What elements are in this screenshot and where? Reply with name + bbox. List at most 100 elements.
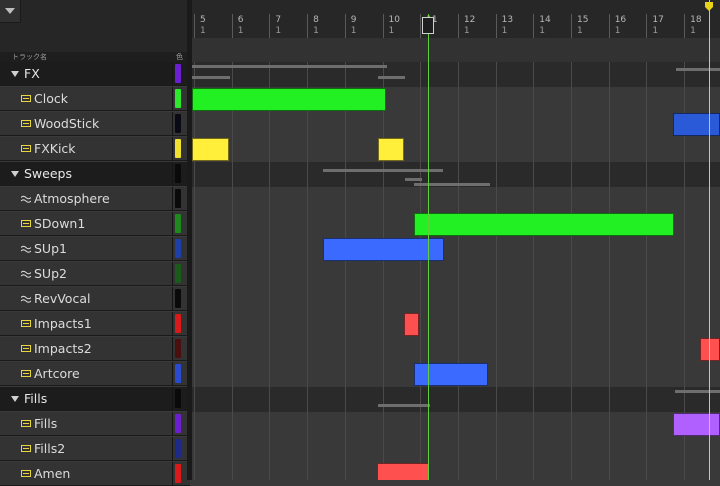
track-color-swatch[interactable] [175, 139, 181, 158]
track-woodstick[interactable]: WoodStick [0, 112, 190, 136]
track-lane[interactable] [192, 437, 720, 462]
track-row-separator [172, 462, 173, 486]
grid-bar-line [420, 62, 422, 480]
track-color-swatch[interactable] [175, 89, 181, 108]
loop-region-strip[interactable] [192, 38, 720, 62]
ruler-beat-number: 1 [313, 26, 319, 36]
track-name-label: Impacts1 [34, 316, 92, 331]
track-lane[interactable] [192, 462, 720, 480]
audio-track-icon [21, 320, 31, 327]
ruler-bar-line [646, 14, 648, 38]
track-sdown1[interactable]: SDown1 [0, 212, 190, 236]
track-color-swatch[interactable] [175, 439, 181, 458]
ruler-beat-number: 1 [463, 26, 470, 36]
audio-clip[interactable] [378, 138, 404, 161]
audio-clip[interactable] [377, 463, 429, 480]
track-menu-dropdown[interactable] [0, 0, 21, 23]
grid-bar-line [608, 62, 610, 480]
track-fxkick[interactable]: FXKick [0, 137, 190, 161]
track-row-separator [172, 287, 173, 311]
audio-clip[interactable] [414, 363, 488, 386]
expand-triangle-icon[interactable] [11, 396, 19, 402]
track-amen[interactable]: Amen [0, 462, 190, 486]
track-fills[interactable]: Fills [0, 412, 190, 436]
track-name-label: Impacts2 [34, 341, 92, 356]
track-lane[interactable] [192, 237, 720, 262]
group-summary-bar [676, 68, 720, 71]
track-revvocal[interactable]: RevVocal [0, 287, 190, 311]
track-color-swatch[interactable] [175, 339, 181, 358]
track-row-separator [172, 387, 173, 411]
track-lane[interactable] [192, 137, 720, 162]
track-color-swatch[interactable] [175, 64, 181, 83]
playhead-marker[interactable] [422, 17, 434, 34]
track-color-swatch[interactable] [175, 239, 181, 258]
track-lane[interactable] [192, 412, 720, 437]
track-color-swatch[interactable] [175, 264, 181, 283]
timeline-ruler[interactable]: 5161718191101111121131141151161171181 [192, 0, 720, 39]
track-lane[interactable] [192, 337, 720, 362]
track-impacts1[interactable]: Impacts1 [0, 312, 190, 336]
grid-bar-line [307, 62, 309, 480]
arrangement-canvas[interactable] [192, 62, 720, 480]
track-row-separator [172, 412, 173, 436]
track-color-swatch[interactable] [175, 314, 181, 333]
track-clock[interactable]: Clock [0, 87, 190, 111]
expand-triangle-icon[interactable] [11, 71, 19, 77]
track-lane[interactable] [192, 287, 720, 312]
audio-clip[interactable] [404, 313, 419, 336]
ruler-beat-number: 1 [539, 26, 546, 36]
track-color-swatch[interactable] [175, 164, 181, 183]
wave-track-icon [21, 245, 31, 253]
audio-clip[interactable] [192, 138, 229, 161]
grid-bar-line [495, 62, 497, 480]
ruler-bar-number: 7 [275, 15, 282, 25]
ruler-beat-number: 1 [577, 26, 583, 36]
track-artcore[interactable]: Artcore [0, 362, 190, 386]
ruler-beat-number: 1 [350, 26, 357, 36]
ruler-beat-number: 1 [501, 26, 508, 36]
ruler-bar-number: 18 [690, 15, 702, 25]
track-name-label: RevVocal [34, 291, 91, 306]
track-fills2[interactable]: Fills2 [0, 437, 190, 461]
ruler-bar-number: 9 [350, 15, 357, 25]
track-impacts2[interactable]: Impacts2 [0, 337, 190, 361]
track-lane[interactable] [192, 387, 720, 412]
track-color-swatch[interactable] [175, 214, 181, 233]
track-color-swatch[interactable] [175, 414, 181, 433]
track-lane[interactable] [192, 312, 720, 337]
end-marker-icon[interactable] [704, 2, 714, 12]
track-sup2[interactable]: SUp2 [0, 262, 190, 286]
audio-clip[interactable] [323, 238, 444, 261]
track-color-swatch[interactable] [175, 189, 181, 208]
track-lane[interactable] [192, 187, 720, 212]
audio-clip[interactable] [673, 113, 720, 136]
track-group-sweeps[interactable]: Sweeps [0, 162, 190, 186]
audio-clip[interactable] [414, 213, 674, 236]
expand-triangle-icon[interactable] [11, 171, 19, 177]
track-lane[interactable] [192, 112, 720, 137]
track-name-label: Amen [34, 466, 71, 481]
track-row-separator [172, 112, 173, 136]
audio-clip[interactable] [192, 88, 386, 111]
track-color-swatch[interactable] [175, 114, 181, 133]
audio-track-icon [21, 345, 31, 352]
ruler-beat-number: 1 [690, 26, 696, 36]
track-color-swatch[interactable] [175, 289, 181, 308]
track-group-fills[interactable]: Fills [0, 387, 190, 411]
track-row-separator [172, 312, 173, 336]
track-color-swatch[interactable] [175, 389, 181, 408]
ruler-beat-number: 1 [614, 26, 621, 36]
track-sup1[interactable]: SUp1 [0, 237, 190, 261]
track-atmosphere[interactable]: Atmosphere [0, 187, 190, 211]
track-group-fx[interactable]: FX [0, 62, 190, 86]
track-row-separator [172, 337, 173, 361]
track-color-column-label: 色 [176, 53, 183, 61]
track-lane[interactable] [192, 262, 720, 287]
end-marker-line [709, 0, 710, 480]
audio-clip[interactable] [700, 338, 720, 361]
track-color-swatch[interactable] [175, 364, 181, 383]
track-color-swatch[interactable] [175, 464, 181, 483]
ruler-bar-number: 14 [539, 15, 551, 25]
audio-clip[interactable] [673, 413, 720, 436]
